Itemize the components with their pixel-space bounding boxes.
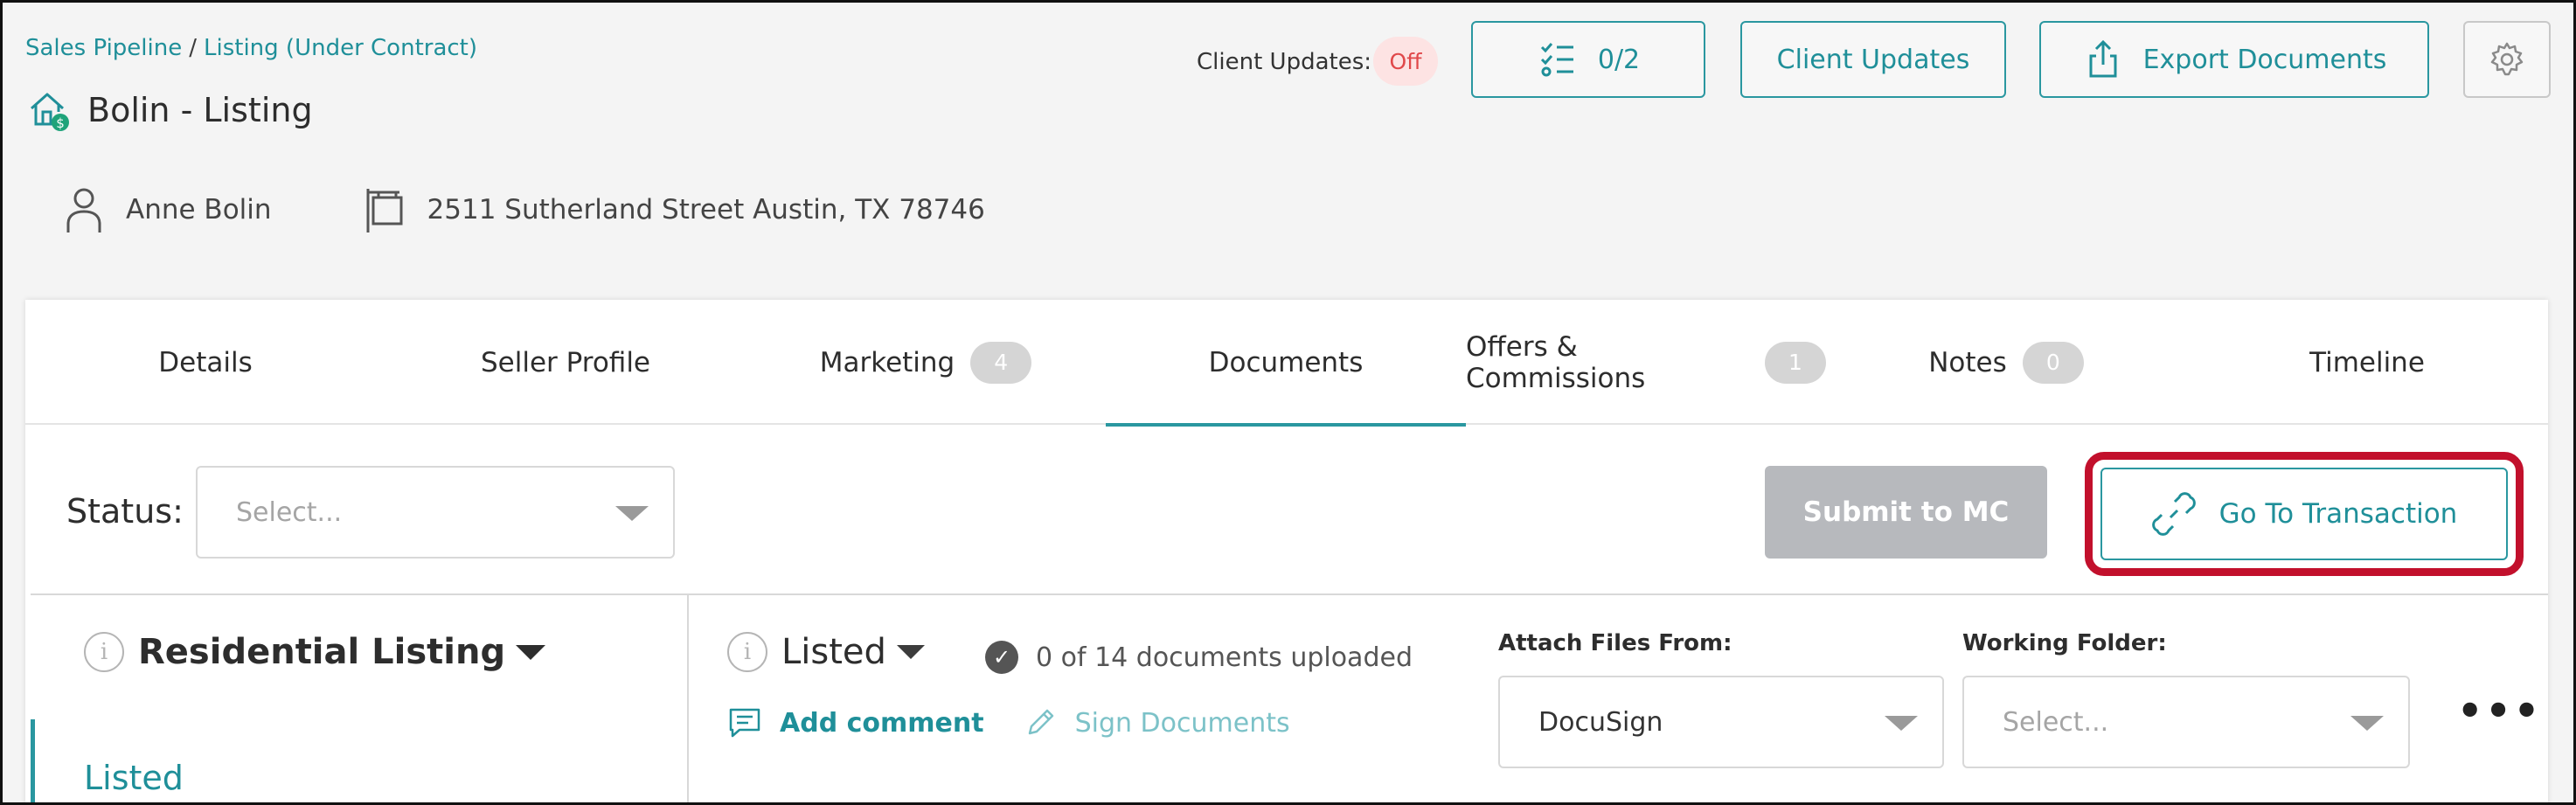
property-address-label: 2511 Sutherland Street Austin, TX 78746: [427, 194, 985, 226]
working-folder-select[interactable]: Select...: [1962, 676, 2410, 768]
count-badge: 1: [1765, 341, 1826, 384]
gear-icon: [2490, 42, 2524, 76]
status-placeholder: Select...: [236, 496, 343, 528]
add-comment-button[interactable]: Add comment: [727, 705, 984, 740]
property-address[interactable]: 2511 Sutherland Street Austin, TX 78746: [365, 185, 985, 234]
breadcrumb: Sales Pipeline / Listing (Under Contract): [25, 35, 477, 61]
document-actions: Add comment Sign Documents: [727, 705, 1329, 740]
page-title: Bolin - Listing: [87, 91, 313, 129]
checklist-type-dropdown[interactable]: i Residential Listing: [84, 632, 546, 672]
breadcrumb-current[interactable]: Listing (Under Contract): [204, 35, 477, 61]
person-icon: [66, 188, 101, 232]
go-to-transaction-label: Go To Transaction: [2218, 498, 2458, 530]
stage-title: Listed: [781, 632, 886, 672]
client-updates-toggle[interactable]: Off: [1373, 37, 1438, 86]
count-badge: 0: [2022, 341, 2084, 384]
sign-documents-label: Sign Documents: [1074, 707, 1290, 739]
tab-details[interactable]: Details: [25, 300, 385, 425]
highlight-outline: Go To Transaction: [2085, 452, 2524, 576]
add-comment-label: Add comment: [780, 707, 984, 739]
tasks-count: 0/2: [1597, 44, 1641, 75]
tab-label: Timeline: [2309, 346, 2425, 378]
contact-name[interactable]: Anne Bolin: [63, 185, 272, 234]
sign-documents-button[interactable]: Sign Documents: [1023, 705, 1290, 740]
tab-label: Documents: [1208, 346, 1364, 378]
tab-documents[interactable]: Documents: [1106, 300, 1466, 427]
divider: [31, 593, 2548, 595]
checklist-type-label: Residential Listing: [138, 632, 506, 672]
tab-label: Seller Profile: [480, 346, 651, 378]
tab-marketing[interactable]: Marketing 4: [746, 300, 1106, 425]
document-status: ✓ 0 of 14 documents uploaded: [985, 641, 1413, 674]
link-icon: [2151, 492, 2196, 536]
stage-item-listed[interactable]: Listed: [84, 759, 184, 797]
active-indicator: [31, 719, 35, 805]
working-folder-label: Working Folder:: [1962, 630, 2167, 656]
caret-down-icon: [516, 644, 546, 660]
info-icon[interactable]: i: [727, 632, 767, 672]
tab-label: Notes: [1928, 346, 2007, 378]
main-card: Details Seller Profile Marketing 4 Docum…: [25, 300, 2548, 805]
tab-offers-commissions[interactable]: Offers & Commissions 1: [1466, 300, 1826, 425]
chevron-down-icon: [2350, 716, 2384, 731]
breadcrumb-sales-pipeline[interactable]: Sales Pipeline: [25, 35, 182, 61]
count-badge: 4: [970, 341, 1032, 384]
more-options-button[interactable]: •••: [2457, 687, 2542, 734]
tab-bar: Details Seller Profile Marketing 4 Docum…: [25, 300, 2548, 427]
checklist-icon: [1540, 43, 1573, 77]
attach-files-label: Attach Files From:: [1498, 630, 1732, 656]
chevron-down-icon: [1885, 716, 1918, 731]
comment-icon: [729, 708, 760, 738]
svg-text:$: $: [56, 115, 65, 131]
client-updates-label: Client Updates:: [1197, 49, 1372, 75]
export-documents-label: Export Documents: [2142, 44, 2387, 75]
breadcrumb-separator: /: [189, 35, 197, 61]
tasks-button[interactable]: 0/2: [1471, 21, 1705, 98]
info-icon[interactable]: i: [84, 632, 124, 672]
attach-files-value: DocuSign: [1538, 706, 1663, 738]
property-sign-icon: [366, 189, 403, 232]
client-updates-button[interactable]: Client Updates: [1740, 21, 2006, 98]
status-label: Status:: [66, 492, 184, 531]
stage-dropdown[interactable]: i Listed: [727, 632, 925, 672]
caret-down-icon: [896, 645, 925, 659]
tab-label: Offers & Commissions: [1466, 330, 1646, 394]
submit-to-mc-button[interactable]: Submit to MC: [1765, 466, 2047, 559]
status-select[interactable]: Select...: [196, 466, 675, 559]
tab-label: Details: [158, 346, 253, 378]
contact-name-label: Anne Bolin: [126, 194, 272, 226]
contact-row: Anne Bolin 2511 Sutherland Street Austin…: [63, 185, 1078, 234]
house-dollar-icon: $: [31, 93, 69, 131]
export-documents-button[interactable]: Export Documents: [2039, 21, 2429, 98]
working-folder-placeholder: Select...: [2003, 706, 2109, 738]
attach-files-select[interactable]: DocuSign: [1498, 676, 1944, 768]
check-circle-icon: ✓: [985, 641, 1018, 674]
go-to-transaction-button[interactable]: Go To Transaction: [2100, 468, 2508, 560]
pencil-icon: [1028, 709, 1053, 735]
upload-icon: [2089, 39, 2117, 78]
tab-notes[interactable]: Notes 0: [1826, 300, 2186, 425]
settings-button[interactable]: [2463, 21, 2551, 98]
document-status-text: 0 of 14 documents uploaded: [1036, 642, 1413, 673]
tab-seller-profile[interactable]: Seller Profile: [385, 300, 746, 425]
tab-timeline[interactable]: Timeline: [2186, 300, 2548, 425]
page-header: $ Bolin - Listing: [26, 87, 313, 133]
tab-label: Marketing: [819, 346, 955, 378]
divider: [687, 595, 689, 805]
chevron-down-icon: [615, 506, 649, 521]
